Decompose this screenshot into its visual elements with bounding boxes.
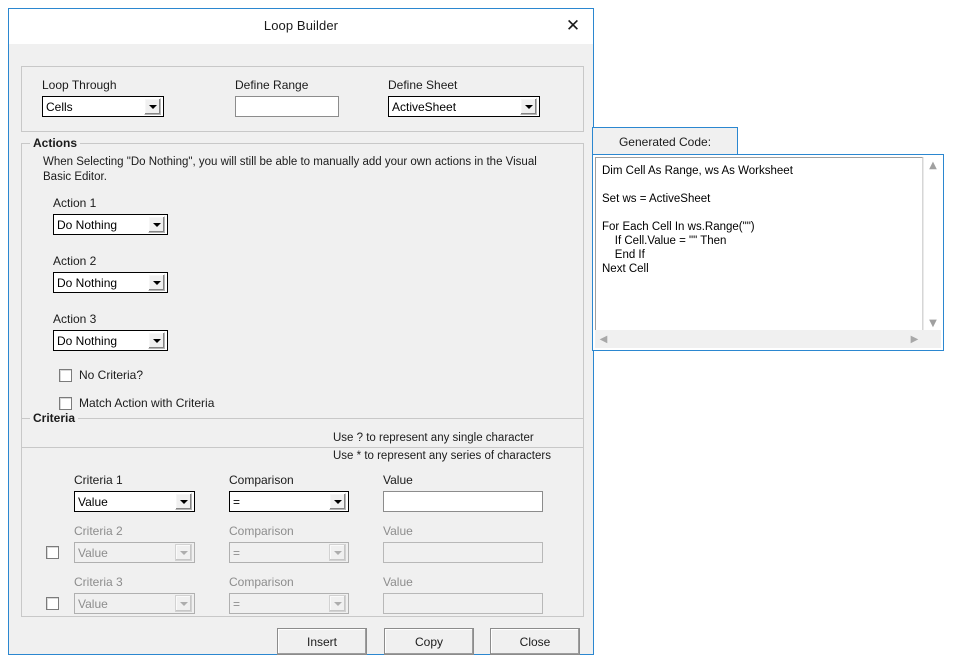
action-3-label: Action 3: [53, 312, 96, 326]
criteria-2-value: Value: [75, 546, 175, 560]
insert-button[interactable]: Insert: [277, 628, 367, 655]
generated-code-textarea[interactable]: Dim Cell As Range, ws As Worksheet Set w…: [595, 157, 923, 332]
generated-code-tab[interactable]: Generated Code:: [592, 127, 738, 155]
comparison-2-value: =: [230, 546, 329, 560]
loop-through-combo[interactable]: Cells: [42, 96, 164, 117]
criteria-2-enable-checkbox[interactable]: [46, 546, 59, 559]
define-range-input[interactable]: [235, 96, 339, 117]
value-3-input[interactable]: [383, 593, 543, 614]
generated-code-text: Dim Cell As Range, ws As Worksheet Set w…: [596, 158, 922, 276]
no-criteria-checkbox[interactable]: [59, 369, 72, 382]
value-1-input[interactable]: [383, 491, 543, 512]
actions-note: When Selecting "Do Nothing", you will st…: [43, 155, 568, 185]
chevron-down-icon: [148, 216, 165, 233]
generated-code-frame: Dim Cell As Range, ws As Worksheet Set w…: [592, 154, 944, 351]
dialog-titlebar: Loop Builder ✕: [9, 9, 593, 44]
comparison-3-label: Comparison: [229, 575, 294, 589]
comparison-1-label: Comparison: [229, 473, 294, 487]
criteria-hint-1: Use ? to represent any single character: [333, 431, 534, 446]
action-2-value: Do Nothing: [54, 276, 148, 290]
define-sheet-label: Define Sheet: [388, 78, 457, 92]
action-3-value: Do Nothing: [54, 334, 148, 348]
chevron-down-icon: [148, 332, 165, 349]
action-1-combo[interactable]: Do Nothing: [53, 214, 168, 235]
no-criteria-label: No Criteria?: [79, 368, 143, 382]
define-sheet-combo[interactable]: ActiveSheet: [388, 96, 540, 117]
chevron-up-icon[interactable]: ▲: [924, 157, 942, 174]
action-1-label: Action 1: [53, 196, 96, 210]
dialog-title: Loop Builder: [9, 18, 593, 33]
action-3-combo[interactable]: Do Nothing: [53, 330, 168, 351]
loop-through-label: Loop Through: [42, 78, 117, 92]
chevron-down-icon: [144, 98, 161, 115]
criteria-3-value: Value: [75, 597, 175, 611]
value-2-label: Value: [383, 524, 413, 538]
dialog-body: Loop Through Cells Define Range Define S…: [9, 44, 593, 654]
criteria-2-label: Criteria 2: [74, 524, 123, 538]
action-1-value: Do Nothing: [54, 218, 148, 232]
comparison-1-value: =: [230, 495, 329, 509]
criteria-1-combo[interactable]: Value: [74, 491, 195, 512]
code-horizontal-scrollbar[interactable]: ◀ ▶: [595, 330, 941, 348]
match-action-checkbox[interactable]: [59, 397, 72, 410]
screen-root: Loop Builder ✕ Loop Through Cells Define…: [0, 0, 960, 665]
actions-group: Actions When Selecting "Do Nothing", you…: [21, 143, 584, 448]
chevron-down-icon: [175, 595, 192, 612]
comparison-2-label: Comparison: [229, 524, 294, 538]
criteria-1-label: Criteria 1: [74, 473, 123, 487]
chevron-down-icon: [175, 493, 192, 510]
criteria-3-combo[interactable]: Value: [74, 593, 195, 614]
comparison-3-value: =: [230, 597, 329, 611]
criteria-3-enable-checkbox[interactable]: [46, 597, 59, 610]
loop-builder-dialog: Loop Builder ✕ Loop Through Cells Define…: [8, 8, 594, 655]
chevron-down-icon: [175, 544, 192, 561]
loop-through-value: Cells: [43, 100, 144, 114]
criteria-2-combo[interactable]: Value: [74, 542, 195, 563]
code-vertical-scrollbar[interactable]: ▲ ▼: [923, 157, 941, 332]
chevron-right-icon[interactable]: ▶: [906, 330, 923, 348]
comparison-2-combo[interactable]: =: [229, 542, 349, 563]
match-action-label: Match Action with Criteria: [79, 396, 214, 410]
loop-source-group: Loop Through Cells Define Range Define S…: [21, 66, 584, 132]
chevron-down-icon: [329, 544, 346, 561]
action-2-combo[interactable]: Do Nothing: [53, 272, 168, 293]
criteria-1-value: Value: [75, 495, 175, 509]
criteria-hint-2: Use * to represent any series of charact…: [333, 449, 551, 464]
define-range-label: Define Range: [235, 78, 308, 92]
copy-button[interactable]: Copy: [384, 628, 474, 655]
define-sheet-value: ActiveSheet: [389, 100, 520, 114]
action-2-label: Action 2: [53, 254, 96, 268]
close-icon[interactable]: ✕: [559, 13, 587, 39]
chevron-down-icon: [329, 493, 346, 510]
criteria-3-label: Criteria 3: [74, 575, 123, 589]
actions-group-title: Actions: [30, 136, 80, 150]
chevron-down-icon: [329, 595, 346, 612]
criteria-group: Criteria Use ? to represent any single c…: [21, 418, 584, 617]
value-2-input[interactable]: [383, 542, 543, 563]
chevron-down-icon: [148, 274, 165, 291]
comparison-1-combo[interactable]: =: [229, 491, 349, 512]
close-button[interactable]: Close: [490, 628, 580, 655]
value-3-label: Value: [383, 575, 413, 589]
comparison-3-combo[interactable]: =: [229, 593, 349, 614]
generated-code-panel: Generated Code: Dim Cell As Range, ws As…: [592, 127, 944, 351]
chevron-down-icon: [520, 98, 537, 115]
criteria-group-title: Criteria: [30, 411, 78, 425]
value-1-label: Value: [383, 473, 413, 487]
chevron-left-icon[interactable]: ◀: [595, 330, 612, 348]
